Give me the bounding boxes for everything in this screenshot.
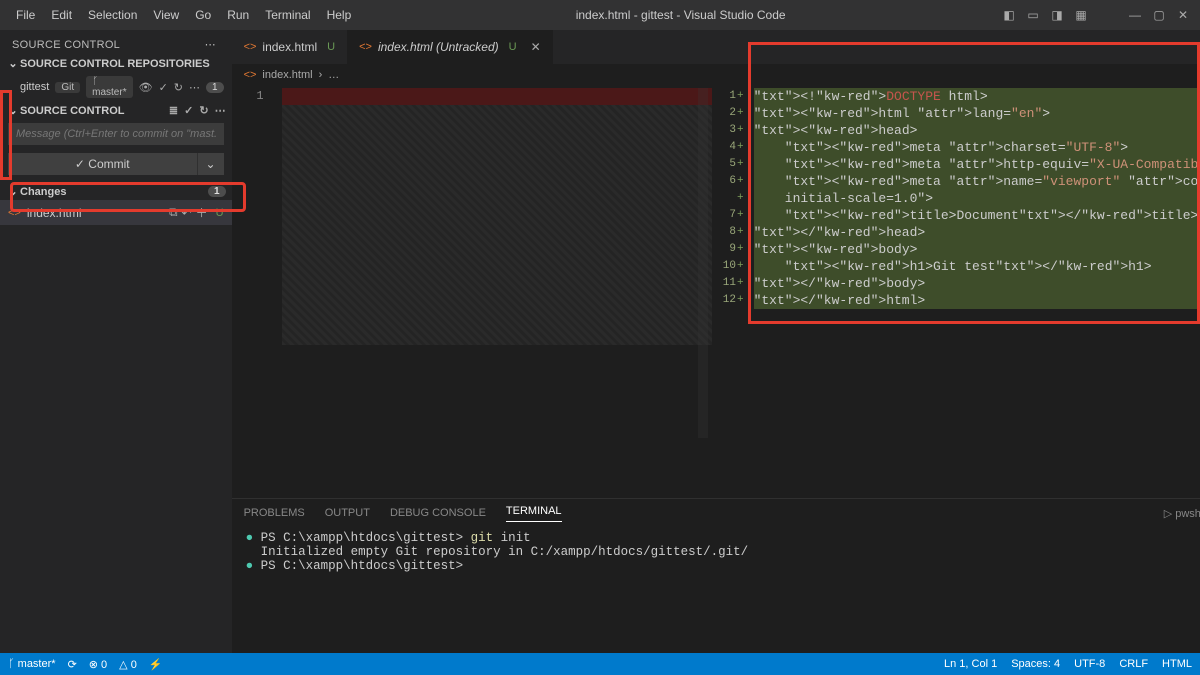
sidebar: SOURCE CONTROL ⋯ ⌄ SOURCE CONTROL REPOSI… xyxy=(0,30,232,653)
refresh-icon[interactable]: ↻ xyxy=(174,81,183,94)
layout-icons: ◧ ▭ ◨ ▦ ― ▢ ✕ xyxy=(1002,8,1200,22)
cursor-position[interactable]: Ln 1, Col 1 xyxy=(944,658,997,670)
tab-problems[interactable]: PROBLEMS xyxy=(244,507,305,519)
language-mode[interactable]: HTML xyxy=(1162,658,1192,670)
warnings-status[interactable]: △ 0 xyxy=(119,658,137,671)
menu-run[interactable]: Run xyxy=(219,4,257,26)
eol[interactable]: CRLF xyxy=(1119,658,1148,670)
commit-dropdown[interactable]: ⌄ xyxy=(198,153,224,175)
html-file-icon: <> xyxy=(244,69,257,81)
menu-terminal[interactable]: Terminal xyxy=(257,4,318,26)
layout-panel-icon[interactable]: ▭ xyxy=(1026,8,1040,22)
branch-pill[interactable]: ᚴ master* xyxy=(86,76,132,98)
refresh-icon[interactable]: ↻ xyxy=(199,104,208,117)
breadcrumb[interactable]: <> index.html › … xyxy=(232,64,1200,86)
change-count-badge: 1 xyxy=(206,82,224,93)
sync-status[interactable]: ⟳ xyxy=(68,658,77,671)
close-icon[interactable]: ✕ xyxy=(1176,8,1190,22)
repo-name: gittest xyxy=(20,81,49,93)
removed-line xyxy=(282,88,712,105)
status-letter: U xyxy=(216,207,224,219)
menu-view[interactable]: View xyxy=(145,4,187,26)
sidebar-title: SOURCE CONTROL xyxy=(12,39,201,51)
panel: PROBLEMS OUTPUT DEBUG CONSOLE TERMINAL ▷… xyxy=(232,498,1200,653)
menu-selection[interactable]: Selection xyxy=(80,4,145,26)
changed-file-row[interactable]: <> index.html ⧉ ↶ ＋ U xyxy=(0,200,232,225)
html-file-icon: <> xyxy=(244,41,257,53)
tab-bar: <> index.html U <> index.html (Untracked… xyxy=(232,30,1200,64)
branch-status[interactable]: ᚴ master* xyxy=(8,658,56,670)
tab-index-untracked[interactable]: <> index.html (Untracked) U ✕ xyxy=(347,30,553,64)
commit-message-input[interactable] xyxy=(8,123,224,145)
file-name: index.html xyxy=(27,206,169,220)
panel-tabs: PROBLEMS OUTPUT DEBUG CONSOLE TERMINAL ▷… xyxy=(232,499,1200,527)
window-title: index.html - gittest - Visual Studio Cod… xyxy=(359,8,1002,22)
stage-icon[interactable]: ＋ xyxy=(196,204,208,221)
minimize-icon[interactable]: ― xyxy=(1128,8,1142,22)
menu-help[interactable]: Help xyxy=(319,4,360,26)
more-icon[interactable]: ⋯ xyxy=(189,81,200,94)
tab-terminal[interactable]: TERMINAL xyxy=(506,505,562,522)
terminal-body[interactable]: ● PS C:\xampp\htdocs\gittest> git init I… xyxy=(232,527,1200,653)
repo-kind-pill: Git xyxy=(55,82,80,93)
chevron-down-icon: ⌄ xyxy=(6,104,20,117)
section-scm[interactable]: ⌄ SOURCE CONTROL ≣ ✓ ↻ ⋯ xyxy=(0,102,232,119)
view-icon[interactable]: 👁 xyxy=(139,81,153,94)
section-changes[interactable]: ⌄ Changes 1 xyxy=(0,179,232,200)
layout-sidebar-right-icon[interactable]: ◨ xyxy=(1050,8,1064,22)
close-tab-icon[interactable]: ✕ xyxy=(531,40,541,54)
no-content-hatching xyxy=(282,105,712,345)
tab-output[interactable]: OUTPUT xyxy=(325,507,370,519)
maximize-icon[interactable]: ▢ xyxy=(1152,8,1166,22)
more-icon[interactable]: ⋯ xyxy=(201,38,220,51)
layout-customize-icon[interactable]: ▦ xyxy=(1074,8,1088,22)
menu-bar: File Edit Selection View Go Run Terminal… xyxy=(0,4,359,26)
chevron-down-icon: ⌄ xyxy=(6,185,20,198)
diff-original-pane[interactable]: 1 xyxy=(232,86,712,498)
title-bar: File Edit Selection View Go Run Terminal… xyxy=(0,0,1200,30)
change-count-badge: 1 xyxy=(208,186,226,197)
tree-icon[interactable]: ≣ xyxy=(169,104,178,117)
shell-indicator[interactable]: ▷ pwsh xyxy=(1164,507,1200,520)
status-bar: ᚴ master* ⟳ ⊗ 0 △ 0 ⚡ Ln 1, Col 1 Spaces… xyxy=(0,653,1200,675)
layout-sidebar-left-icon[interactable]: ◧ xyxy=(1002,8,1016,22)
repo-row[interactable]: gittest Git ᚴ master* 👁 ✓ ↻ ⋯ 1 xyxy=(0,72,232,102)
sidebar-title-row: SOURCE CONTROL ⋯ xyxy=(0,30,232,55)
check-icon[interactable]: ✓ xyxy=(184,104,193,117)
menu-file[interactable]: File xyxy=(8,4,43,26)
scrollbar[interactable] xyxy=(698,88,708,438)
menu-edit[interactable]: Edit xyxy=(43,4,80,26)
html-file-icon: <> xyxy=(8,207,21,219)
diff-modified-pane[interactable]: 1+2+3+4+5+6++7+8+9+10+11+12+ "txt"><!"kw… xyxy=(712,86,1200,498)
live-share-icon[interactable]: ⚡ xyxy=(149,658,163,671)
encoding[interactable]: UTF-8 xyxy=(1074,658,1105,670)
tab-debug-console[interactable]: DEBUG CONSOLE xyxy=(390,507,486,519)
open-file-icon[interactable]: ⧉ xyxy=(169,205,178,220)
check-icon[interactable]: ✓ xyxy=(159,81,168,94)
chevron-down-icon: ⌄ xyxy=(6,57,20,70)
commit-button[interactable]: ✓ Commit xyxy=(8,153,198,175)
editor-area: <> index.html U <> index.html (Untracked… xyxy=(232,30,1200,653)
discard-icon[interactable]: ↶ xyxy=(182,206,192,220)
section-repos[interactable]: ⌄ SOURCE CONTROL REPOSITORIES xyxy=(0,55,232,72)
tab-index-html[interactable]: <> index.html U xyxy=(232,30,348,64)
html-file-icon: <> xyxy=(359,41,372,53)
menu-go[interactable]: Go xyxy=(187,4,219,26)
errors-status[interactable]: ⊗ 0 xyxy=(89,658,107,671)
indentation[interactable]: Spaces: 4 xyxy=(1011,658,1060,670)
more-icon[interactable]: ⋯ xyxy=(215,104,226,117)
